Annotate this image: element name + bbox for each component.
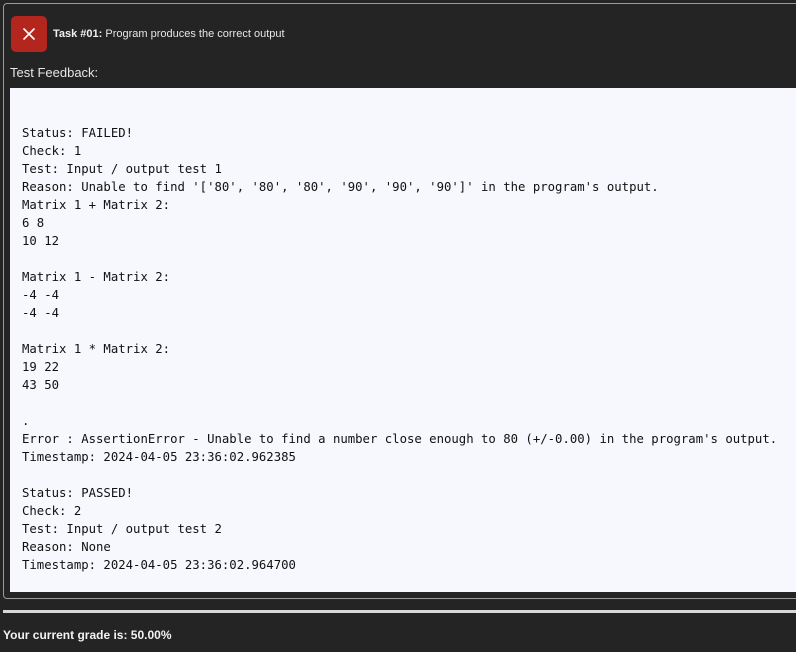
feedback-line: Matrix 1 - Matrix 2: bbox=[22, 270, 171, 284]
task-panel: Task #01: Program produces the correct o… bbox=[3, 3, 796, 599]
feedback-line: Test: Input / output test 2 bbox=[22, 522, 222, 536]
feedback-line: 6 8 bbox=[22, 216, 45, 230]
feedback-line: Status: PASSED! bbox=[22, 486, 134, 500]
feedback-line: Check: 1 bbox=[22, 144, 82, 158]
task-title-text: Program produces the correct output bbox=[105, 28, 285, 40]
feedback-line: Matrix 1 * Matrix 2: bbox=[22, 342, 171, 356]
feedback-line: 43 50 bbox=[22, 378, 60, 392]
current-grade: Your current grade is: 50.00% bbox=[3, 628, 172, 642]
feedback-label: Test Feedback: bbox=[10, 65, 99, 80]
feedback-line: Check: 2 bbox=[22, 504, 82, 518]
feedback-line: Reason: None bbox=[22, 540, 111, 554]
feedback-line: . bbox=[22, 414, 30, 428]
feedback-line: Error : AssertionError - Unable to find … bbox=[22, 432, 778, 446]
feedback-text: Status: FAILED! Check: 1 Test: Input / o… bbox=[22, 124, 796, 574]
feedback-line: -4 -4 bbox=[22, 288, 60, 302]
feedback-box: Status: FAILED! Check: 1 Test: Input / o… bbox=[10, 88, 796, 592]
close-icon bbox=[23, 28, 35, 40]
feedback-line: Matrix 1 + Matrix 2: bbox=[22, 198, 171, 212]
feedback-line: Reason: Unable to find '['80', '80', '80… bbox=[22, 180, 659, 194]
feedback-line: Timestamp: 2024-04-05 23:36:02.962385 bbox=[22, 450, 296, 464]
feedback-line: Timestamp: 2024-04-05 23:36:02.964700 bbox=[22, 558, 296, 572]
task-title: Task #01: Program produces the correct o… bbox=[53, 28, 285, 40]
divider bbox=[3, 610, 796, 613]
task-header: Task #01: Program produces the correct o… bbox=[11, 16, 285, 52]
feedback-line: Status: FAILED! bbox=[22, 126, 134, 140]
feedback-line: -4 -4 bbox=[22, 306, 60, 320]
feedback-line: 10 12 bbox=[22, 234, 60, 248]
feedback-line: 19 22 bbox=[22, 360, 60, 374]
task-number: Task #01: bbox=[53, 28, 103, 40]
feedback-line: Test: Input / output test 1 bbox=[22, 162, 222, 176]
close-button[interactable] bbox=[11, 16, 47, 52]
